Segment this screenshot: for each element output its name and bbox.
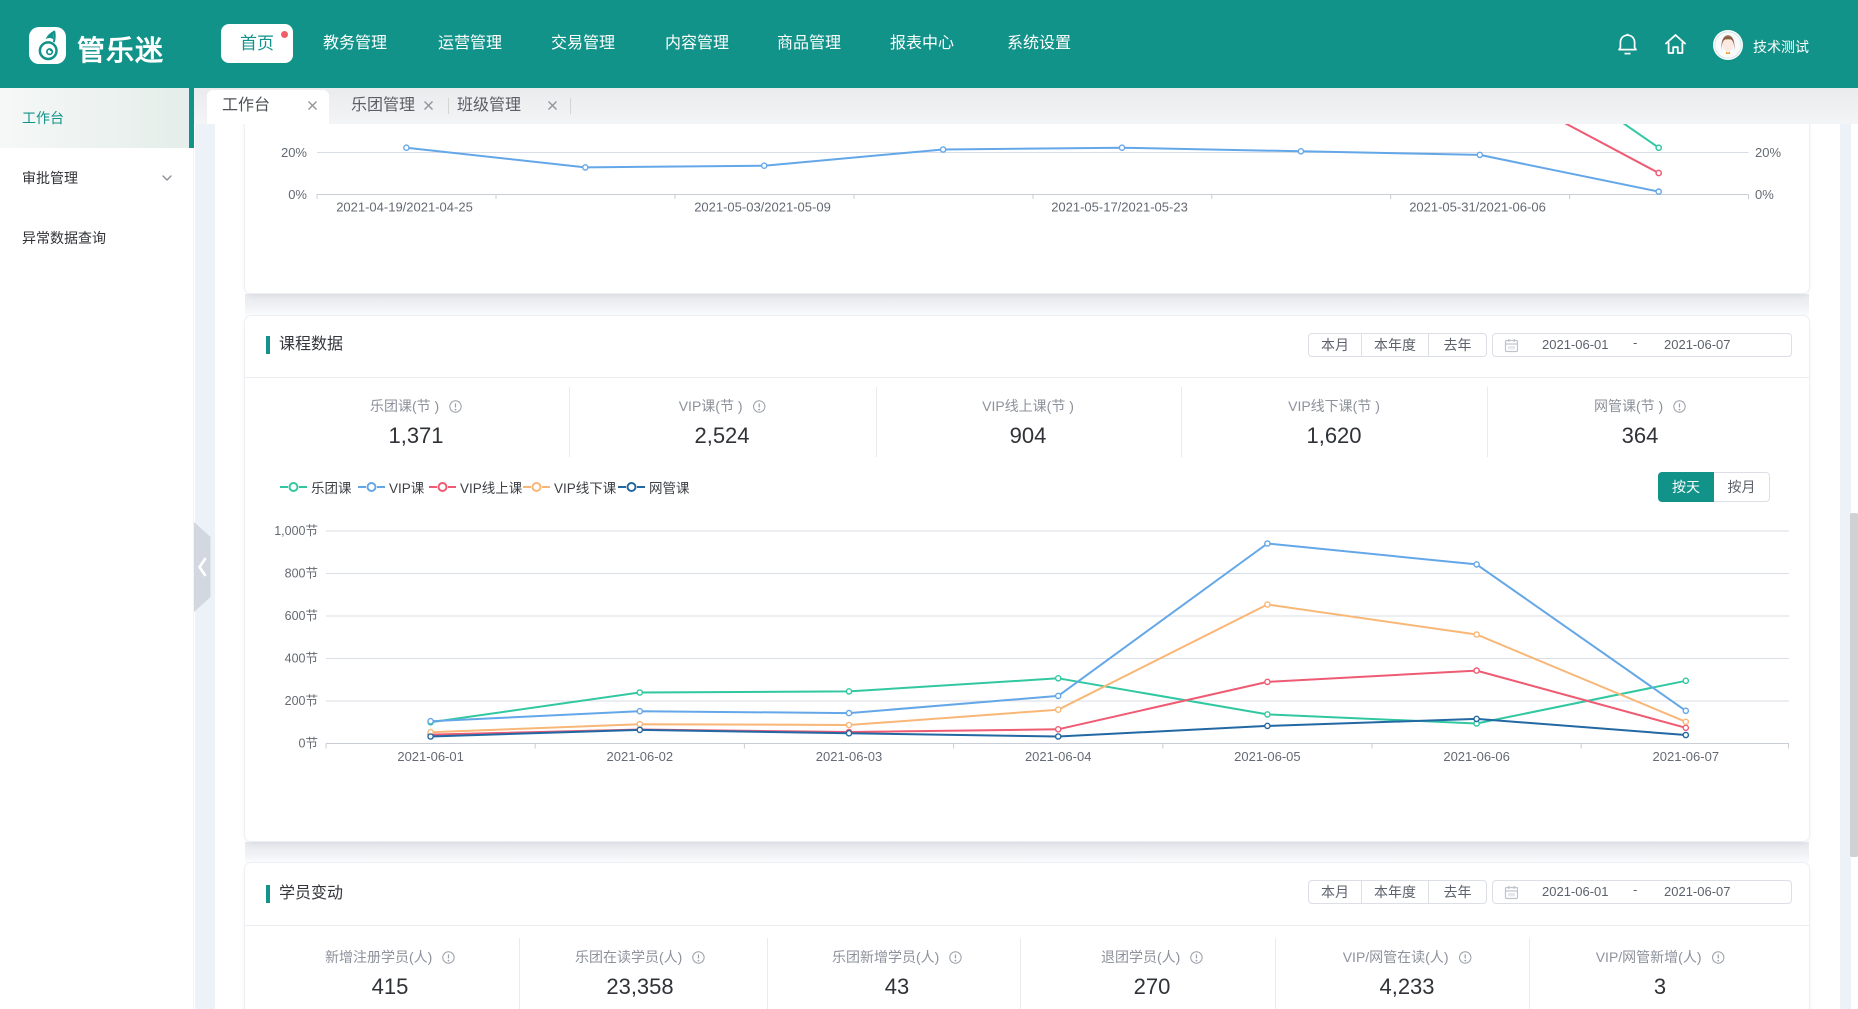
svg-text:200节: 200节 — [285, 694, 318, 708]
svg-text:2021-04-19/2021-04-25: 2021-04-19/2021-04-25 — [336, 200, 473, 215]
svg-text:600节: 600节 — [285, 609, 318, 623]
svg-text:2021-06-05: 2021-06-05 — [1234, 749, 1301, 764]
svg-text:800节: 800节 — [285, 567, 318, 581]
svg-text:400节: 400节 — [285, 652, 318, 666]
svg-text:2021-06-07: 2021-06-07 — [1653, 749, 1720, 764]
svg-text:1,000节: 1,000节 — [274, 524, 318, 538]
svg-text:0%: 0% — [1755, 187, 1774, 202]
svg-text:2021-06-01: 2021-06-01 — [397, 749, 464, 764]
svg-text:2021-06-04: 2021-06-04 — [1025, 749, 1092, 764]
svg-text:2021-05-17/2021-05-23: 2021-05-17/2021-05-23 — [1051, 200, 1188, 215]
svg-text:0%: 0% — [288, 187, 307, 202]
svg-text:0节: 0节 — [299, 737, 318, 751]
svg-text:2021-05-03/2021-05-09: 2021-05-03/2021-05-09 — [694, 200, 831, 215]
svg-text:20%: 20% — [1755, 145, 1781, 160]
svg-text:20%: 20% — [281, 145, 307, 160]
svg-text:2021-05-31/2021-06-06: 2021-05-31/2021-06-06 — [1409, 200, 1546, 215]
svg-text:2021-06-03: 2021-06-03 — [816, 749, 883, 764]
svg-text:2021-06-02: 2021-06-02 — [607, 749, 674, 764]
svg-text:2021-06-06: 2021-06-06 — [1443, 749, 1510, 764]
